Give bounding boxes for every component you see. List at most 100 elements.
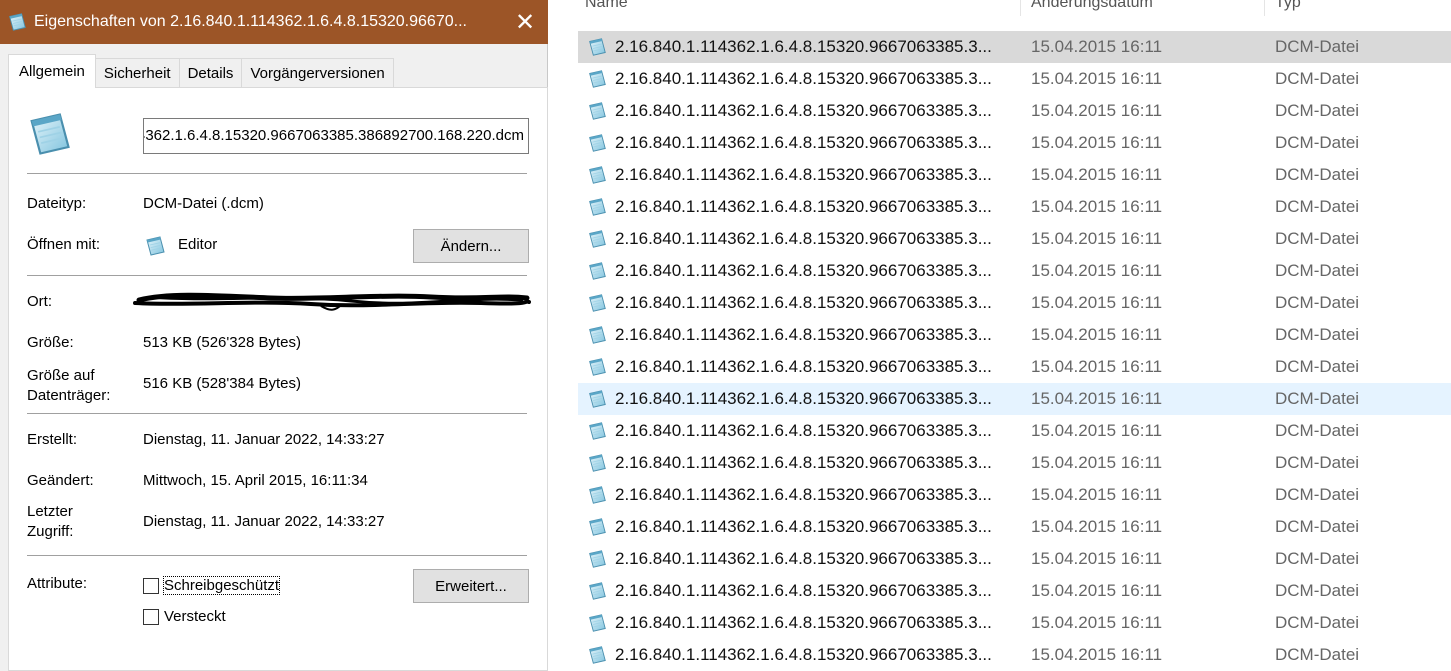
- file-type: DCM-Datei: [1275, 165, 1360, 184]
- file-name: 2.16.840.1.114362.1.6.4.8.15320.96670633…: [615, 549, 992, 568]
- separator: [27, 413, 527, 414]
- file-row[interactable]: 2.16.840.1.114362.1.6.4.8.15320.96670633…: [578, 63, 1451, 95]
- file-type: DCM-Datei: [1275, 133, 1360, 152]
- file-date: 15.04.2015 16:11: [1031, 581, 1163, 600]
- file-row[interactable]: 2.16.840.1.114362.1.6.4.8.15320.96670633…: [578, 255, 1451, 287]
- notepad-file-icon: [586, 484, 608, 506]
- file-type: DCM-Datei: [1275, 517, 1360, 536]
- file-row[interactable]: 2.16.840.1.114362.1.6.4.8.15320.96670633…: [578, 447, 1451, 479]
- file-row[interactable]: 2.16.840.1.114362.1.6.4.8.15320.96670633…: [578, 479, 1451, 511]
- geaendert-value: Mittwoch, 15. April 2015, 16:11:34: [143, 472, 368, 489]
- file-row[interactable]: 2.16.840.1.114362.1.6.4.8.15320.96670633…: [578, 639, 1451, 671]
- file-type: DCM-Datei: [1275, 581, 1360, 600]
- file-type: DCM-Datei: [1275, 453, 1360, 472]
- file-rows: 2.16.840.1.114362.1.6.4.8.15320.96670633…: [578, 31, 1451, 671]
- file-row[interactable]: 2.16.840.1.114362.1.6.4.8.15320.96670633…: [578, 31, 1451, 63]
- file-name: 2.16.840.1.114362.1.6.4.8.15320.96670633…: [615, 69, 992, 88]
- tab-vorgaengerversionen[interactable]: Vorgängerversionen: [241, 58, 394, 88]
- file-row[interactable]: 2.16.840.1.114362.1.6.4.8.15320.96670633…: [578, 511, 1451, 543]
- file-row[interactable]: 2.16.840.1.114362.1.6.4.8.15320.96670633…: [578, 287, 1451, 319]
- file-date: 15.04.2015 16:11: [1031, 645, 1163, 664]
- geaendert-label: Geändert:: [27, 472, 94, 489]
- filename-field[interactable]: 2.16.840.1.114362.1.6.4.8.15320.96670633…: [143, 118, 529, 154]
- datentraeger-label: Datenträger:: [27, 387, 111, 404]
- file-date: 15.04.2015 16:11: [1031, 325, 1163, 344]
- zugriff-label: Zugriff:: [27, 523, 74, 540]
- file-row[interactable]: 2.16.840.1.114362.1.6.4.8.15320.96670633…: [578, 127, 1451, 159]
- file-name: 2.16.840.1.114362.1.6.4.8.15320.96670633…: [615, 389, 992, 408]
- general-panel: 2.16.840.1.114362.1.6.4.8.15320.96670633…: [8, 87, 548, 671]
- file-date: 15.04.2015 16:11: [1031, 453, 1163, 472]
- file-date: 15.04.2015 16:11: [1031, 293, 1163, 312]
- file-date: 15.04.2015 16:11: [1031, 613, 1163, 632]
- column-divider[interactable]: [1020, 0, 1021, 16]
- redacted-location: [133, 292, 531, 311]
- notepad-file-icon: [586, 580, 608, 602]
- file-row[interactable]: 2.16.840.1.114362.1.6.4.8.15320.96670633…: [578, 415, 1451, 447]
- tab-sicherheit[interactable]: Sicherheit: [94, 58, 180, 88]
- separator: [27, 555, 527, 556]
- tab-bar: Allgemein Sicherheit Details Vorgängerve…: [8, 54, 394, 88]
- aendern-button[interactable]: Ändern...: [413, 229, 529, 263]
- file-type: DCM-Datei: [1275, 229, 1360, 248]
- file-name: 2.16.840.1.114362.1.6.4.8.15320.96670633…: [615, 325, 992, 344]
- versteckt-checkbox[interactable]: [143, 609, 159, 625]
- file-date: 15.04.2015 16:11: [1031, 229, 1163, 248]
- letzter-label: Letzter: [27, 503, 73, 520]
- properties-dialog: Eigenschaften von 2.16.840.1.114362.1.6.…: [0, 0, 548, 671]
- file-row[interactable]: 2.16.840.1.114362.1.6.4.8.15320.96670633…: [578, 383, 1451, 415]
- file-name: 2.16.840.1.114362.1.6.4.8.15320.96670633…: [615, 357, 992, 376]
- notepad-file-icon: [586, 36, 608, 58]
- file-type: DCM-Datei: [1275, 389, 1360, 408]
- tab-allgemein[interactable]: Allgemein: [8, 54, 96, 88]
- file-row[interactable]: 2.16.840.1.114362.1.6.4.8.15320.96670633…: [578, 191, 1451, 223]
- file-name: 2.16.840.1.114362.1.6.4.8.15320.96670633…: [615, 133, 992, 152]
- file-row[interactable]: 2.16.840.1.114362.1.6.4.8.15320.96670633…: [578, 223, 1451, 255]
- file-row[interactable]: 2.16.840.1.114362.1.6.4.8.15320.96670633…: [578, 159, 1451, 191]
- dialog-titlebar[interactable]: Eigenschaften von 2.16.840.1.114362.1.6.…: [0, 0, 548, 44]
- column-header-name[interactable]: Name: [585, 0, 628, 12]
- column-divider[interactable]: [1264, 0, 1265, 16]
- file-name: 2.16.840.1.114362.1.6.4.8.15320.96670633…: [615, 165, 992, 184]
- column-header-type[interactable]: Typ: [1275, 0, 1301, 12]
- tab-details[interactable]: Details: [178, 58, 243, 88]
- schreibgeschuetzt-label[interactable]: Schreibgeschützt: [162, 576, 281, 595]
- file-date: 15.04.2015 16:11: [1031, 549, 1163, 568]
- file-type: DCM-Datei: [1275, 485, 1360, 504]
- file-name: 2.16.840.1.114362.1.6.4.8.15320.96670633…: [615, 293, 992, 312]
- file-name: 2.16.840.1.114362.1.6.4.8.15320.96670633…: [615, 101, 992, 120]
- dateityp-label: Dateityp:: [27, 195, 87, 212]
- notepad-file-icon: [586, 132, 608, 154]
- dateityp-value: DCM-Datei (.dcm): [143, 195, 264, 212]
- file-type: DCM-Datei: [1275, 421, 1360, 440]
- column-header-date[interactable]: Änderungsdatum: [1031, 0, 1153, 12]
- file-date: 15.04.2015 16:11: [1031, 389, 1163, 408]
- file-name: 2.16.840.1.114362.1.6.4.8.15320.96670633…: [615, 645, 992, 664]
- separator: [27, 173, 527, 174]
- file-row[interactable]: 2.16.840.1.114362.1.6.4.8.15320.96670633…: [578, 351, 1451, 383]
- erweitert-button[interactable]: Erweitert...: [413, 569, 529, 603]
- groesse-auf-label: Größe auf: [27, 367, 95, 384]
- file-type: DCM-Datei: [1275, 613, 1360, 632]
- file-type: DCM-Datei: [1275, 549, 1360, 568]
- erstellt-label: Erstellt:: [27, 431, 78, 448]
- file-row[interactable]: 2.16.840.1.114362.1.6.4.8.15320.96670633…: [578, 319, 1451, 351]
- groesse-label: Größe:: [27, 334, 74, 351]
- file-type-icon: [23, 108, 75, 160]
- file-date: 15.04.2015 16:11: [1031, 357, 1163, 376]
- schreibgeschuetzt-checkbox[interactable]: [143, 578, 159, 594]
- file-name: 2.16.840.1.114362.1.6.4.8.15320.96670633…: [615, 613, 992, 632]
- file-row[interactable]: 2.16.840.1.114362.1.6.4.8.15320.96670633…: [578, 543, 1451, 575]
- groesse-value: 513 KB (526'328 Bytes): [143, 334, 301, 351]
- file-name: 2.16.840.1.114362.1.6.4.8.15320.96670633…: [615, 197, 992, 216]
- oeffnen-mit-value: Editor: [178, 236, 218, 253]
- file-name: 2.16.840.1.114362.1.6.4.8.15320.96670633…: [615, 581, 992, 600]
- file-date: 15.04.2015 16:11: [1031, 197, 1163, 216]
- versteckt-label[interactable]: Versteckt: [164, 608, 226, 625]
- file-row[interactable]: 2.16.840.1.114362.1.6.4.8.15320.96670633…: [578, 95, 1451, 127]
- file-row[interactable]: 2.16.840.1.114362.1.6.4.8.15320.96670633…: [578, 575, 1451, 607]
- file-row[interactable]: 2.16.840.1.114362.1.6.4.8.15320.96670633…: [578, 607, 1451, 639]
- notepad-file-icon: [6, 11, 28, 33]
- file-type: DCM-Datei: [1275, 197, 1360, 216]
- close-icon[interactable]: ✕: [502, 0, 548, 44]
